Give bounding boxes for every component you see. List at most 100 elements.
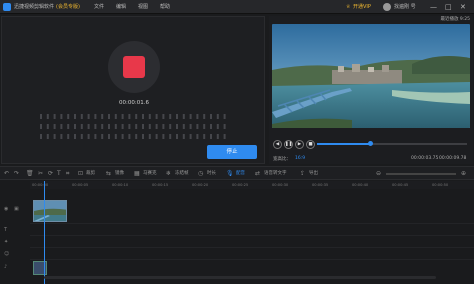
text-icon[interactable]: T — [57, 167, 61, 181]
lock-icon[interactable]: ▣ — [14, 206, 19, 212]
tool-mosaic[interactable]: 马赛克 — [143, 167, 157, 181]
menu-edit[interactable]: 编辑 — [116, 0, 126, 14]
zoom-out-icon[interactable]: ⊖ — [376, 167, 381, 181]
stop-icon[interactable]: ■ — [306, 140, 315, 149]
tool-mirror[interactable]: 镜像 — [115, 167, 124, 181]
wave-bar — [114, 134, 117, 139]
ruler-tick: 00:00:20 — [192, 183, 209, 187]
mic-icon[interactable]: 🎙 — [226, 167, 234, 181]
menu-file[interactable]: 文件 — [94, 0, 104, 14]
wave-bar — [155, 134, 158, 139]
duration-icon[interactable]: ◷ — [198, 167, 203, 181]
audio-track-icon: ♪ — [4, 264, 8, 270]
wave-bar — [189, 124, 192, 129]
menu-help[interactable]: 帮助 — [160, 0, 170, 14]
tool-duration[interactable]: 时长 — [207, 167, 216, 181]
pause-icon[interactable]: ❚❚ — [284, 140, 293, 149]
wave-bar — [94, 114, 97, 119]
ratio-label: 宽高比： — [273, 157, 291, 162]
wave-bar — [176, 134, 178, 139]
record-timer: 00:00:01.6 — [119, 100, 149, 106]
ruler-tick: 00:00:15 — [152, 183, 169, 187]
delete-icon[interactable]: 🗑 — [26, 167, 34, 181]
time-ruler[interactable]: 00:00:00 00:00:05 00:00:10 00:00:15 00:00:20… — [30, 181, 474, 189]
undo-icon[interactable]: ↶ — [4, 167, 9, 181]
rotate-icon[interactable]: ⟳ — [48, 167, 53, 181]
ruler-tick: 00:00:40 — [352, 183, 369, 187]
eye-icon[interactable]: ◉ — [4, 206, 8, 212]
wave-bar — [67, 124, 70, 129]
wave-bar — [216, 124, 219, 129]
tool-dub[interactable]: 配音 — [236, 167, 245, 181]
recorder-panel: 00:00:01.6 停止 — [1, 16, 265, 164]
wave-bar — [196, 134, 199, 139]
stop-button[interactable]: 停止 — [207, 145, 257, 159]
wave-bar — [87, 134, 90, 139]
avatar-icon[interactable] — [383, 3, 391, 11]
maximize-button[interactable]: □ — [445, 0, 452, 14]
close-button[interactable]: ✕ — [460, 0, 466, 14]
wave-bar — [135, 124, 138, 129]
wave-bar — [169, 124, 172, 129]
landscape-frame — [272, 24, 470, 128]
wave-bar — [176, 124, 178, 129]
video-clip[interactable] — [33, 200, 67, 222]
redo-icon[interactable]: ↷ — [14, 167, 19, 181]
wave-bar — [101, 124, 104, 129]
wave-bar — [46, 124, 49, 129]
zoom-in-icon[interactable]: ⊕ — [461, 167, 466, 181]
freeze-icon[interactable]: ❄ — [166, 167, 171, 181]
record-button[interactable] — [108, 41, 160, 93]
playhead[interactable] — [44, 181, 45, 284]
tool-speech-to-text[interactable]: 语音转文字 — [264, 167, 287, 181]
wave-bar — [40, 114, 42, 119]
tool-crop[interactable]: 裁剪 — [86, 167, 95, 181]
wave-bar — [101, 114, 104, 119]
trim-icon[interactable]: ⌗ — [66, 167, 69, 181]
time-total: 00:00:09.78 — [439, 156, 467, 161]
split-icon[interactable]: ✂ — [38, 167, 43, 181]
wave-bar — [101, 134, 104, 139]
crown-icon: ♕ — [346, 4, 351, 10]
zoom-slider[interactable] — [386, 173, 456, 175]
wave-bar — [108, 114, 110, 119]
wave-bar — [53, 134, 56, 139]
mirror-icon[interactable]: ⇆ — [106, 167, 111, 181]
wave-bar — [121, 134, 124, 139]
wave-bar — [74, 124, 76, 129]
wave-bar — [176, 114, 178, 119]
app-logo-icon — [3, 3, 11, 11]
effect-track-icon: ✦ — [4, 239, 9, 245]
ruler-tick: 00:00:50 — [432, 183, 449, 187]
rewind-icon[interactable]: ◀ — [273, 140, 282, 149]
wave-bar — [128, 124, 131, 129]
vip-button[interactable]: 开通VIP — [353, 0, 371, 14]
wave-bar — [80, 134, 83, 139]
tool-export[interactable]: 导出 — [309, 167, 318, 181]
seek-handle[interactable] — [367, 141, 373, 146]
tool-freeze[interactable]: 冻结帧 — [175, 167, 189, 181]
timeline-scrollbar[interactable] — [44, 276, 436, 279]
wave-bar — [128, 114, 131, 119]
wave-bar — [114, 124, 117, 129]
forward-icon[interactable]: ▶ — [295, 140, 304, 149]
ratio-value[interactable]: 16:9 — [295, 156, 305, 161]
time-current: 00:00:03.75 — [411, 156, 439, 161]
wave-bar — [80, 114, 83, 119]
wave-bar — [142, 134, 144, 139]
user-name[interactable]: 找遍刚 号 — [394, 0, 416, 14]
video-preview[interactable] — [272, 24, 470, 128]
seek-bar[interactable] — [317, 141, 467, 146]
mosaic-icon[interactable]: ▦ — [134, 167, 140, 181]
wave-bar — [148, 124, 151, 129]
wave-bar — [203, 124, 206, 129]
wave-bar — [223, 134, 226, 139]
export-icon[interactable]: ⇪ — [300, 167, 305, 181]
minimize-button[interactable]: — — [430, 0, 437, 14]
menu-view[interactable]: 视图 — [138, 0, 148, 14]
wave-bar — [74, 114, 76, 119]
playback-controls: ◀ ❚❚ ▶ ■ — [269, 138, 473, 152]
ruler-tick: 00:00:05 — [72, 183, 89, 187]
speech-text-icon[interactable]: ⇄ — [255, 167, 260, 181]
crop-icon[interactable]: ⊡ — [78, 167, 83, 181]
